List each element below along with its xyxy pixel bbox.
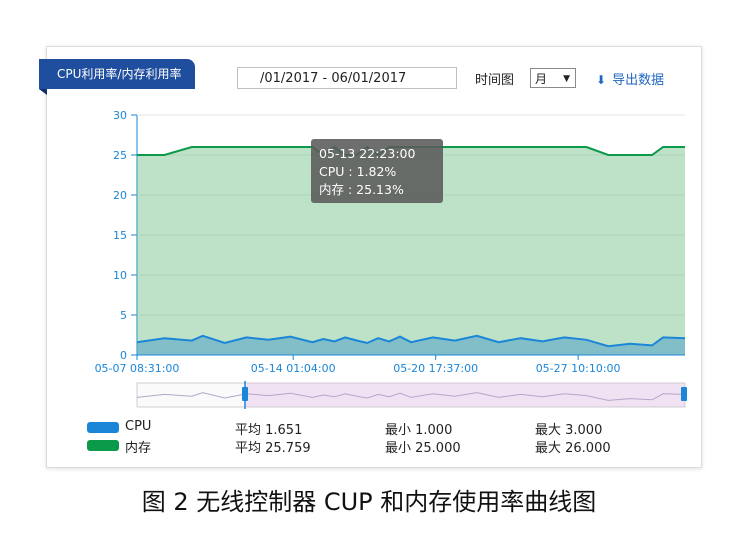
tooltip-mem: 内存 : 25.13%	[319, 182, 404, 197]
range-navigator[interactable]	[136, 381, 687, 409]
figure-caption: 图 2 无线控制器 CUP 和内存使用率曲线图	[141, 488, 597, 516]
tooltip-cpu: CPU : 1.82%	[319, 164, 397, 179]
chart-panel: CPU利用率/内存利用率 /01/2017 - 06/01/2017 时间图 月…	[39, 46, 702, 468]
x-tick-label: 05-27 10:10:00	[536, 362, 621, 375]
y-tick-label: 30	[113, 109, 127, 122]
legend-row-mem[interactable]: 内存 平均 25.759 最小 25.000 最大 26.000	[87, 437, 687, 456]
legend-max: 最大 3.000	[535, 423, 603, 438]
usage-chart: 0 5 10 15 20 25 30 05-07 08:31:00 05-14 01:04:0…	[95, 109, 687, 409]
y-tick-label: 20	[113, 189, 127, 202]
legend-min: 最小 1.000	[385, 423, 453, 438]
x-axis: 05-07 08:31:00 05-14 01:04:00 05-20 17:37:…	[95, 354, 685, 375]
y-tick-label: 0	[120, 349, 127, 362]
legend-swatch-cpu	[87, 422, 119, 433]
legend-swatch-mem	[87, 440, 119, 451]
legend-avg: 平均 1.651	[235, 423, 303, 438]
tooltip-time: 05-13 22:23:00	[319, 146, 416, 161]
legend-min: 最小 25.000	[385, 441, 461, 456]
x-tick-label: 05-20 17:37:00	[393, 362, 478, 375]
legend-avg: 平均 25.759	[235, 441, 311, 456]
legend: CPU 平均 1.651 最小 1.000 最大 3.000 内存 平均 25.…	[87, 419, 687, 459]
y-tick-label: 15	[113, 229, 127, 242]
legend-name: 内存	[125, 441, 152, 456]
y-tick-label: 10	[113, 269, 127, 282]
legend-row-cpu[interactable]: CPU 平均 1.651 最小 1.000 最大 3.000	[87, 419, 687, 438]
chart-tooltip: 05-13 22:23:00 CPU : 1.82% 内存 : 25.13%	[311, 139, 443, 203]
x-tick-label: 05-14 01:04:00	[251, 362, 336, 375]
legend-name: CPU	[125, 419, 152, 434]
legend-max: 最大 26.000	[535, 441, 611, 456]
y-tick-label: 25	[113, 149, 127, 162]
y-tick-label: 5	[120, 309, 127, 322]
navigator-handle-right	[681, 387, 687, 401]
x-tick-label: 05-07 08:31:00	[95, 362, 180, 375]
